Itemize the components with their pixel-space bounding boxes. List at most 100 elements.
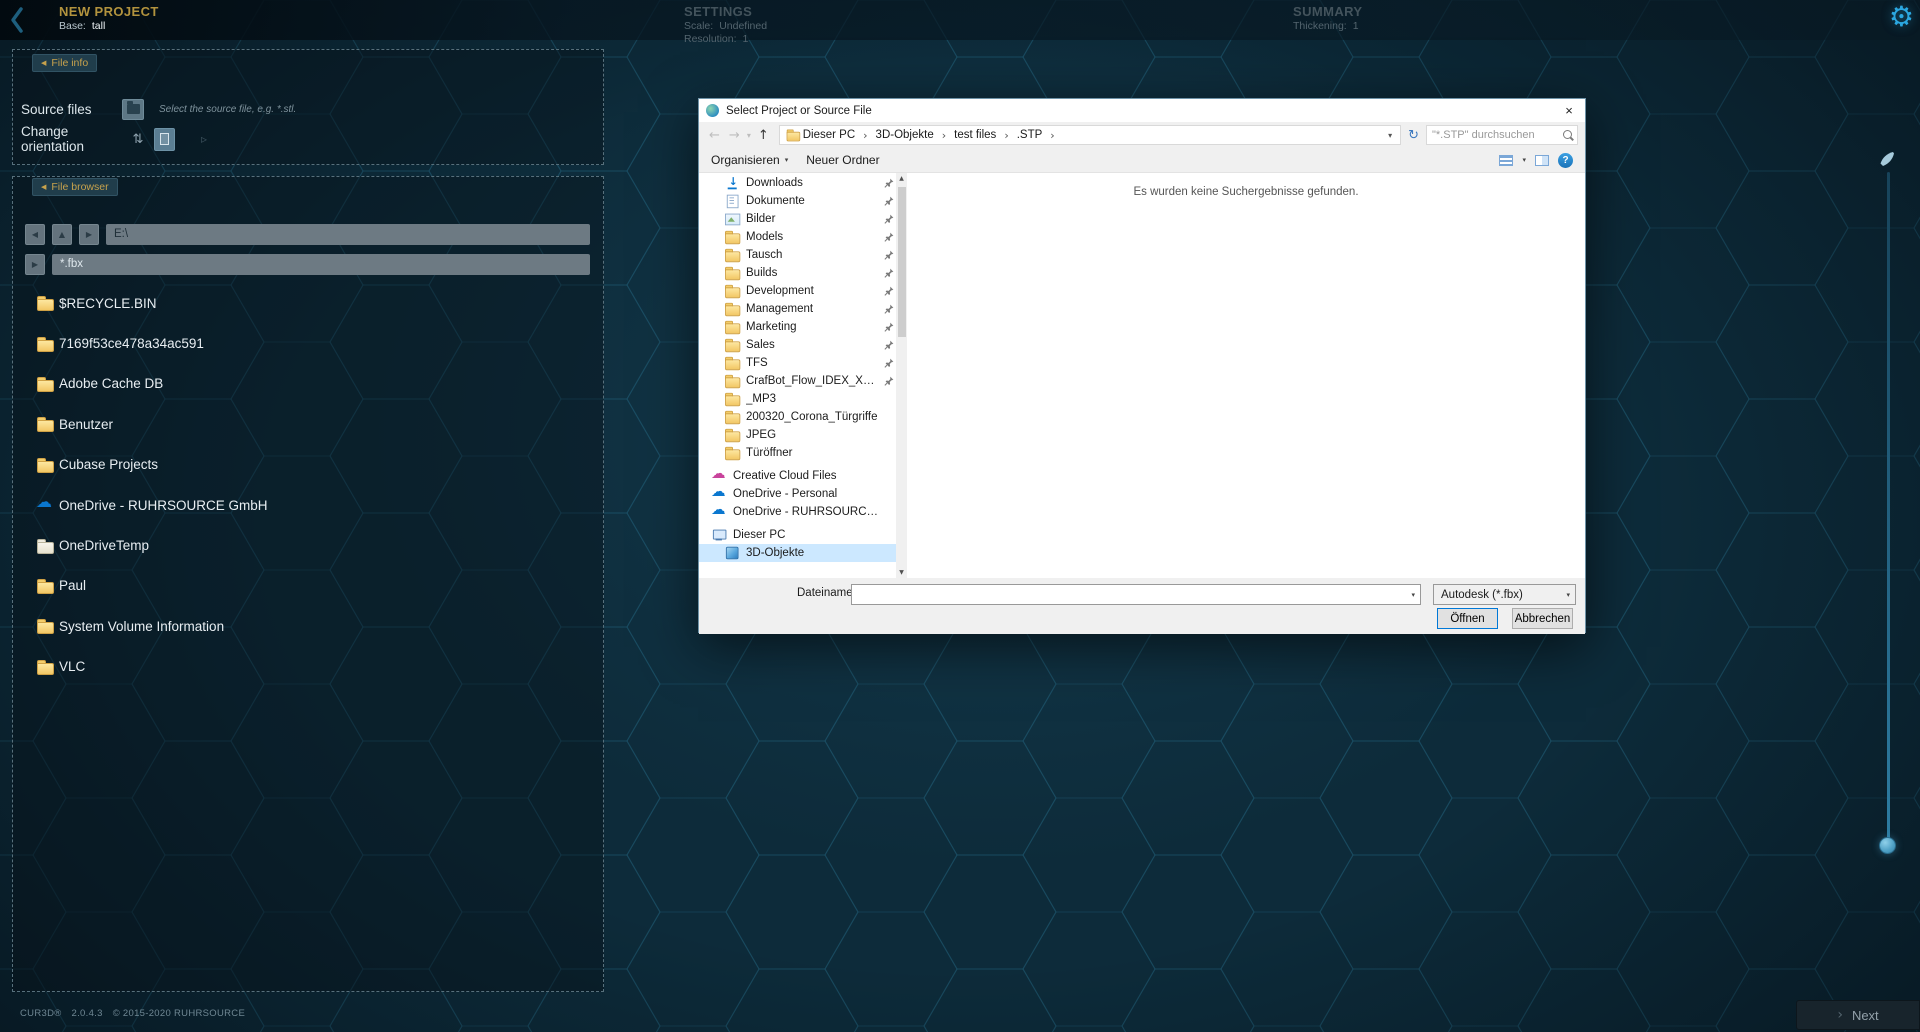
fb-file-row[interactable]: Adobe Cache DB (25, 364, 591, 404)
sidebar-item[interactable]: Dieser PC (699, 526, 907, 544)
fb-file-row[interactable]: 7169f53ce478a34ac591 (25, 323, 591, 363)
fb-back-button[interactable]: ◀ (25, 224, 45, 245)
sidebar-item[interactable]: Sales (699, 336, 907, 354)
fb-forward-button[interactable]: ▶ (79, 224, 99, 245)
breadcrumb-item[interactable]: .STP › (1015, 129, 1061, 142)
fb-file-row[interactable]: OneDrive - RUHRSOURCE GmbH (25, 485, 591, 525)
filetype-select[interactable]: Autodesk (*.fbx) ▾ (1433, 584, 1576, 605)
sidebar-item[interactable]: Bilder (699, 210, 907, 228)
next-label: Next (1852, 1008, 1879, 1023)
fb-file-row[interactable]: VLC (25, 647, 591, 687)
fb-file-row[interactable]: Benutzer (25, 404, 591, 444)
fb-file-row[interactable]: OneDriveTemp (25, 525, 591, 565)
sidebar-item[interactable]: 3D-Objekte (699, 544, 907, 562)
zoom-slider-handle[interactable] (1879, 837, 1896, 854)
sidebar-item-label: Dokumente (746, 195, 879, 207)
nav-forward-icon[interactable]: → (726, 128, 743, 143)
dialog-footer: Dateiname: ▾ Autodesk (*.fbx) ▾ Öffnen A… (699, 578, 1585, 634)
app-credits: CUR3D® 2.0.4.3 © 2015-2020 RUHRSOURCE (20, 1008, 245, 1019)
file-browser-chip[interactable]: ◀ File browser (32, 178, 118, 196)
sidebar-item[interactable]: Tausch (699, 246, 907, 264)
dialog-toolbar: Organisieren ▾ Neuer Ordner ▾ ? (699, 148, 1585, 173)
breadcrumb-separator-icon: › (936, 129, 952, 142)
nav-back-icon[interactable]: ← (706, 128, 723, 143)
wizard-step-summary[interactable]: SUMMARY Thickening: 1 (1293, 4, 1362, 32)
fb-filter-input[interactable]: *.fbx (52, 254, 590, 275)
orientation-flip-button[interactable] (154, 128, 175, 151)
sidebar-item-icon (725, 285, 739, 298)
nav-history-caret-icon[interactable]: ▾ (746, 131, 752, 140)
sidebar-item[interactable]: Development (699, 282, 907, 300)
fb-file-row[interactable]: System Volume Information (25, 606, 591, 646)
scroll-down-icon[interactable]: ▼ (899, 567, 904, 578)
views-icon[interactable] (1499, 155, 1513, 166)
sidebar-item-label: Management (746, 303, 879, 315)
sidebar-item[interactable]: Dokumente (699, 192, 907, 210)
sidebar-item[interactable]: Marketing (699, 318, 907, 336)
breadcrumb-item[interactable]: Dieser PC › (801, 129, 874, 142)
sidebar-item[interactable]: TFS (699, 354, 907, 372)
browse-source-button[interactable] (122, 99, 144, 120)
dialog-titlebar[interactable]: Select Project or Source File × (699, 99, 1585, 122)
preview-pane-icon[interactable] (1535, 155, 1549, 166)
fb-up-button[interactable]: ▲ (52, 224, 72, 245)
fb-file-row[interactable]: Paul (25, 566, 591, 606)
caret-down-icon[interactable]: ▾ (1406, 591, 1420, 599)
nav-up-icon[interactable]: ↑ (755, 128, 772, 143)
breadcrumb-separator-icon: › (998, 129, 1014, 142)
fb-file-row[interactable]: Cubase Projects (25, 445, 591, 485)
zoom-slider-track[interactable] (1887, 172, 1890, 850)
filename-input[interactable] (852, 589, 1406, 601)
search-input[interactable] (1427, 129, 1561, 141)
sidebar-item-icon (725, 339, 739, 352)
breadcrumb-item[interactable]: test files › (952, 129, 1015, 142)
sidebar-item[interactable]: Management (699, 300, 907, 318)
next-button[interactable]: › Next (1796, 1000, 1920, 1030)
fb-path-input[interactable]: E:\ (106, 224, 590, 245)
scroll-up-icon[interactable]: ▲ (899, 173, 904, 184)
organize-label: Organisieren (711, 153, 780, 167)
sidebar-item[interactable]: Builds (699, 264, 907, 282)
cancel-button[interactable]: Abbrechen (1512, 608, 1573, 629)
file-info-chip[interactable]: ◀ File info (32, 54, 97, 72)
refresh-icon[interactable]: ↻ (1404, 128, 1423, 143)
fb-navigation-row: ◀ ▲ ▶ E:\ (25, 223, 590, 245)
sidebar-item[interactable]: _MP3 (699, 390, 907, 408)
sidebar-item[interactable]: OneDrive - Personal (699, 485, 907, 503)
fb-file-row[interactable]: $RECYCLE.BIN (25, 283, 591, 323)
caret-down-icon[interactable]: ▾ (1522, 156, 1526, 164)
dialog-file-area[interactable]: Es wurden keine Suchergebnisse gefunden. (907, 173, 1585, 578)
new-folder-button[interactable]: Neuer Ordner (806, 153, 879, 167)
dialog-title: Select Project or Source File (726, 105, 872, 117)
sidebar-scrollbar[interactable]: ▲ ▼ (896, 173, 907, 578)
fb-apply-filter-button[interactable]: ▶ (25, 254, 45, 275)
sidebar-item[interactable]: Creative Cloud Files (699, 467, 907, 485)
breadcrumb-bar[interactable]: Dieser PC › 3D-Objekte › test files › (779, 125, 1401, 145)
dialog-sidebar: Downloads Dokumente (699, 173, 907, 578)
fb-filter-row: ▶ *.fbx (25, 253, 590, 275)
sidebar-item[interactable]: Downloads (699, 174, 907, 192)
sidebar-item[interactable]: JPEG (699, 426, 907, 444)
open-button[interactable]: Öffnen (1437, 608, 1498, 629)
file-icon (37, 539, 53, 553)
sidebar-item-label: Marketing (746, 321, 879, 333)
toolbar-right-icons: ▾ ? (1499, 153, 1573, 168)
sidebar-item[interactable]: OneDrive - RUHRSOURCE GmbH (699, 503, 907, 521)
organize-menu[interactable]: Organisieren ▾ (711, 153, 788, 167)
sidebar-item[interactable]: 200320_Corona_Türgriffe (699, 408, 907, 426)
dialog-navbar: ← → ▾ ↑ Dieser PC › 3D-Objekte (699, 122, 1585, 148)
sidebar-item[interactable]: Models (699, 228, 907, 246)
breadcrumb-label: 3D-Objekte (874, 129, 936, 141)
back-button[interactable] (8, 6, 28, 34)
wizard-step-new-project[interactable]: NEW PROJECT Base: tall (59, 4, 159, 32)
breadcrumb-item[interactable]: 3D-Objekte › (874, 129, 953, 142)
breadcrumb-caret-icon[interactable]: ▾ (1385, 131, 1395, 140)
help-icon[interactable]: ? (1558, 153, 1573, 168)
settings-gear-icon[interactable]: ⚙ (1889, 0, 1914, 33)
scrollbar-thumb[interactable] (898, 187, 906, 337)
sidebar-item[interactable]: CrafBot_Flow_IDEX_XL_AME (699, 372, 907, 390)
dialog-close-button[interactable]: × (1553, 99, 1585, 122)
wizard-step-settings[interactable]: SETTINGS Scale: Undefined Resolution: 1 (684, 4, 767, 45)
file-icon (37, 337, 53, 351)
sidebar-item[interactable]: Türöffner (699, 444, 907, 462)
